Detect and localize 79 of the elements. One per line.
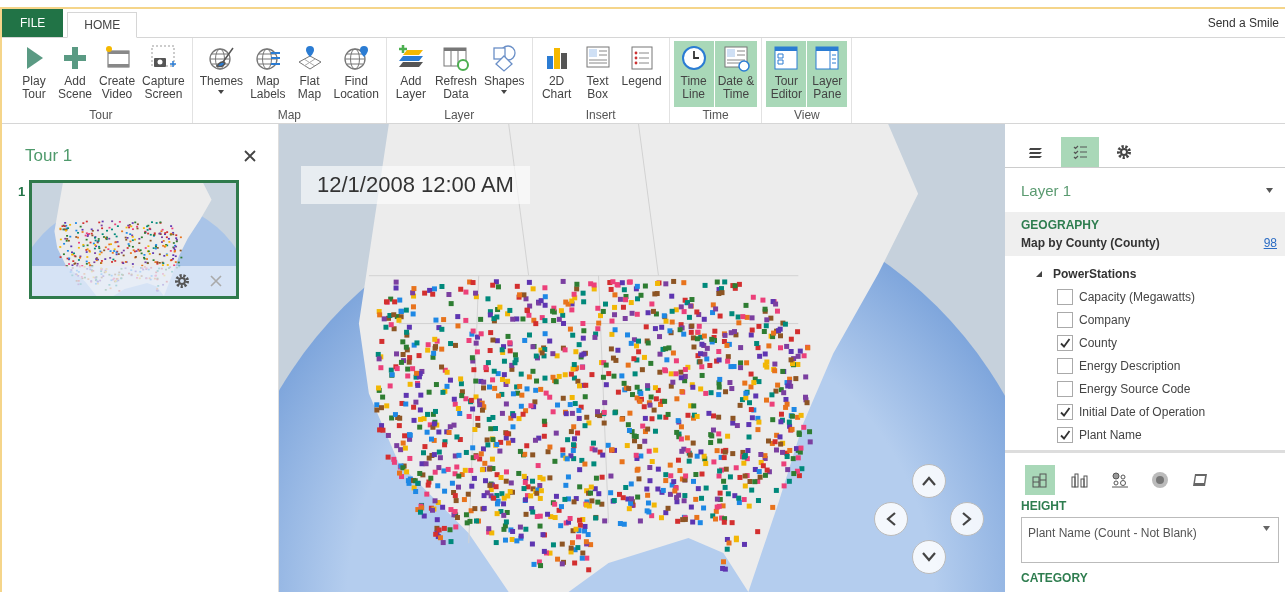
ribbon-button[interactable]: Play Tour <box>14 41 54 107</box>
table-name[interactable]: PowerStations <box>1053 266 1137 281</box>
chevron-down-icon <box>922 552 936 562</box>
ribbon-button[interactable]: Refresh Data <box>431 41 480 107</box>
ribbon-button[interactable]: Themes <box>196 41 247 107</box>
close-icon[interactable] <box>244 150 256 162</box>
date-time-overlay: 12/1/2008 12:00 AM <box>301 166 530 204</box>
ribbon-button[interactable]: Find Location <box>330 41 382 107</box>
ribbon-button[interactable]: Flat Map <box>289 41 330 107</box>
ribbon-button[interactable]: Add Scene <box>55 41 96 107</box>
stacked-column-icon <box>1031 471 1049 489</box>
ribbon-group-label: Insert <box>585 108 616 122</box>
visualization-button[interactable] <box>1025 465 1055 495</box>
caret-icon[interactable] <box>1266 187 1273 193</box>
ribbon-tab[interactable]: FILE <box>2 9 64 37</box>
field-label: Capacity (Megawatts) <box>1079 289 1196 304</box>
bubble-chart-icon <box>1111 471 1129 489</box>
scene-thumbnail[interactable] <box>29 180 240 299</box>
scene-number: 1 <box>18 184 26 199</box>
table-refresh-icon <box>441 44 470 72</box>
expand-triangle-icon[interactable] <box>1035 269 1043 278</box>
field-label: County <box>1079 335 1118 350</box>
field-checkbox[interactable] <box>1057 380 1073 397</box>
ribbon-button[interactable]: Text Box <box>577 41 618 107</box>
field-checkbox[interactable] <box>1057 288 1073 305</box>
field-label: Energy Description <box>1079 358 1181 373</box>
ribbon-group-label: Map <box>277 108 301 122</box>
tour-title: Tour 1 <box>25 146 73 166</box>
globe-map-drawing[interactable] <box>279 124 1005 592</box>
plus-icon <box>61 44 89 72</box>
ribbon-button[interactable]: 2D Chart <box>536 41 577 107</box>
field-checkbox[interactable] <box>1057 426 1073 443</box>
ribbon-button[interactable]: Add Layer <box>390 41 431 107</box>
settings-icon <box>1116 144 1132 160</box>
section-heading: CATEGORY <box>1020 571 1089 585</box>
ribbon-button[interactable]: Map Labels <box>247 41 289 107</box>
globe-pin-icon <box>342 44 371 72</box>
field-label: Company <box>1079 312 1131 327</box>
checklist-icon <box>1072 144 1088 160</box>
ribbon-group-label: Time <box>702 108 729 122</box>
ribbon-button[interactable]: Legend <box>618 41 665 107</box>
calendar-clock-icon <box>722 44 750 72</box>
heat-map-icon <box>1151 471 1169 489</box>
ribbon-button[interactable]: Shapes <box>480 41 528 107</box>
field-checkbox[interactable] <box>1057 403 1073 420</box>
field-label: Initial Date of Operation <box>1079 404 1206 419</box>
send-a-smile-link[interactable]: Send a Smile <box>1207 16 1279 30</box>
ribbon-button[interactable]: Create Video <box>96 41 139 107</box>
geography-value: Map by County (County) <box>1021 236 1160 250</box>
ribbon-button[interactable]: Time Line <box>673 41 714 107</box>
region-icon <box>1191 471 1209 489</box>
ribbon-group-label: View <box>793 108 820 122</box>
geography-link[interactable]: 98 <box>1263 236 1277 250</box>
shapes-icon <box>490 44 519 72</box>
chevron-right-icon <box>962 512 972 526</box>
caret-icon <box>1263 526 1270 531</box>
section-heading: GEOGRAPHY <box>1021 218 1100 232</box>
ribbon-button[interactable]: Date & Time <box>714 41 758 107</box>
ribbon-group-label: Tour <box>89 108 113 122</box>
field-label: Plant Name <box>1079 427 1142 442</box>
field-label: Energy Source Code <box>1079 381 1191 396</box>
settings-icon[interactable] <box>174 273 191 289</box>
layer-name[interactable]: Layer 1 <box>1021 181 1072 199</box>
ribbon-button[interactable]: Layer Pane <box>807 41 848 107</box>
chevron-left-icon <box>886 512 896 526</box>
chevron-up-icon <box>922 476 936 486</box>
ribbon-group-label: Layer <box>444 108 475 122</box>
field-checkbox[interactable] <box>1057 357 1073 374</box>
height-dropdown[interactable]: Plant Name (Count - Not Blank) <box>1021 517 1279 563</box>
field-checkbox[interactable] <box>1057 334 1073 351</box>
ribbon-button[interactable]: Capture Screen <box>139 41 188 107</box>
panel-icon <box>813 44 842 72</box>
ribbon-tab[interactable]: HOME <box>67 12 138 38</box>
field-checkbox[interactable] <box>1057 311 1073 328</box>
ribbon-button[interactable]: Tour Editor <box>766 41 807 107</box>
clustered-column-icon <box>1071 471 1089 489</box>
clock-icon <box>679 44 708 72</box>
section-heading: HEIGHT <box>1020 499 1068 513</box>
panel-icon <box>772 44 801 72</box>
